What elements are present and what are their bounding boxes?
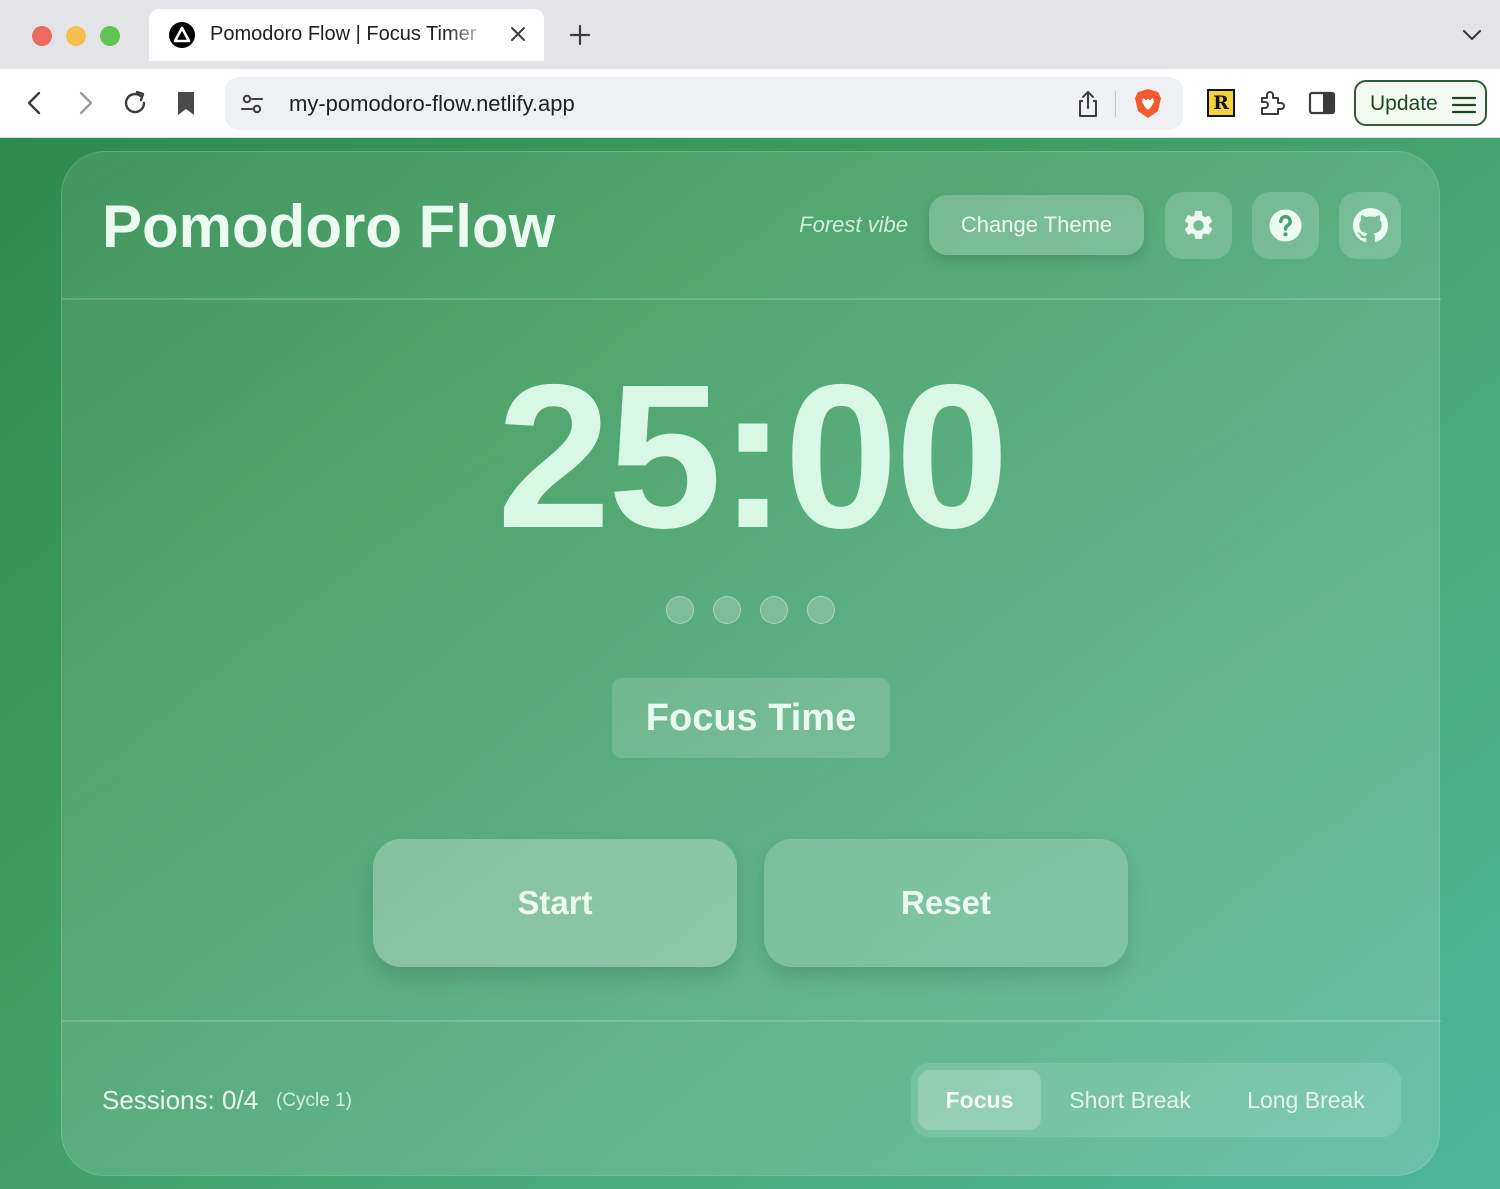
gear-icon (1184, 210, 1213, 239)
start-button[interactable]: Start (373, 839, 737, 967)
session-dots (666, 596, 846, 624)
mode-tab-short-break[interactable]: Short Break (1049, 1070, 1211, 1130)
sessions-counter: Sessions: 0/4 (102, 1085, 259, 1115)
back-icon[interactable] (20, 88, 50, 118)
session-dot (713, 596, 741, 624)
forward-icon[interactable] (70, 88, 100, 118)
cycle-counter: (Cycle 1) (276, 1090, 353, 1111)
bookmark-icon[interactable] (171, 88, 201, 118)
reset-button[interactable]: Reset (764, 839, 1128, 967)
timer-display: 25:00 (496, 342, 1009, 571)
window-minimize-button[interactable] (66, 26, 86, 46)
update-label: Update (1370, 92, 1438, 115)
browser-tab-active[interactable]: Pomodoro Flow | Focus Timer (149, 9, 544, 61)
tab-title: Pomodoro Flow | Focus Timer (210, 23, 477, 45)
sidebar-icon[interactable] (1307, 88, 1337, 118)
new-tab-icon[interactable] (568, 23, 592, 47)
browser-toolbar: my-pomodoro-flow.netlify.app R Update (0, 69, 1500, 138)
extensions-icon[interactable] (1256, 88, 1286, 118)
theme-vibe-label: Forest vibe (799, 212, 908, 237)
site-settings-icon[interactable] (239, 91, 265, 117)
header-divider (62, 298, 1441, 300)
extension-r-button[interactable]: R (1207, 89, 1235, 117)
current-mode-label: Focus Time (612, 678, 890, 758)
github-icon (1353, 208, 1388, 243)
help-icon (1269, 209, 1302, 242)
address-bar[interactable]: my-pomodoro-flow.netlify.app (225, 77, 1183, 130)
mode-tab-focus[interactable]: Focus (918, 1070, 1041, 1130)
mode-tab-long-break[interactable]: Long Break (1221, 1070, 1391, 1130)
menu-icon (1452, 96, 1476, 114)
github-button[interactable] (1339, 192, 1401, 259)
session-dot (807, 596, 835, 624)
browser-tab-bar: Pomodoro Flow | Focus Timer (0, 0, 1500, 69)
update-button[interactable]: Update (1354, 80, 1487, 126)
footer-divider (62, 1020, 1441, 1022)
settings-button[interactable] (1165, 192, 1232, 259)
url-text[interactable]: my-pomodoro-flow.netlify.app (289, 91, 575, 117)
app-title: Pomodoro Flow (102, 193, 556, 260)
favicon-icon (169, 22, 195, 48)
timer-card: Pomodoro Flow Forest vibe Change Theme 2… (61, 151, 1441, 1176)
chevron-down-icon[interactable] (1461, 27, 1483, 43)
reload-icon[interactable] (120, 88, 150, 118)
brave-shields-icon[interactable] (1133, 87, 1163, 120)
page-background: Pomodoro Flow Forest vibe Change Theme 2… (0, 138, 1500, 1189)
close-icon[interactable] (507, 23, 529, 45)
window-zoom-button[interactable] (100, 26, 120, 46)
window-close-button[interactable] (32, 26, 52, 46)
address-bar-separator (1115, 91, 1116, 117)
session-dot (760, 596, 788, 624)
mode-switcher: Focus Short Break Long Break (911, 1063, 1401, 1137)
change-theme-button[interactable]: Change Theme (929, 195, 1144, 255)
help-button[interactable] (1252, 192, 1319, 259)
share-icon[interactable] (1075, 89, 1101, 119)
session-dot (666, 596, 694, 624)
